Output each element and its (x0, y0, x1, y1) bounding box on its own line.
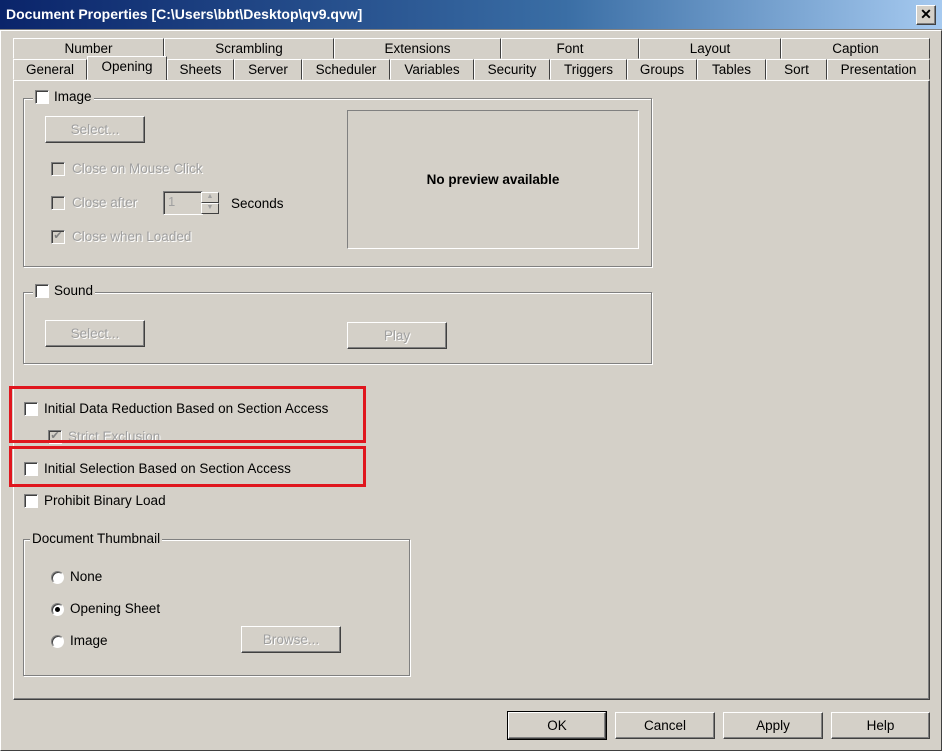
strict-exclusion-checkbox[interactable]: ✔ (48, 430, 62, 444)
sound-checkbox[interactable] (35, 283, 49, 298)
tab-presentation[interactable]: Presentation (827, 59, 930, 80)
cancel-button[interactable]: Cancel (615, 712, 715, 739)
thumbnail-image-label: Image (70, 633, 108, 648)
title-bar: Document Properties [C:\Users\bbt\Deskto… (0, 0, 942, 30)
spin-down-button[interactable]: ▼ (201, 203, 219, 214)
thumbnail-none-radio[interactable] (51, 571, 64, 584)
sound-group-header: Sound (33, 283, 96, 298)
initial-selection-checkbox[interactable] (24, 462, 38, 476)
tab-triggers[interactable]: Triggers (550, 59, 627, 80)
tab-extensions[interactable]: Extensions (334, 38, 501, 59)
initial-data-reduction-label: Initial Data Reduction Based on Section … (44, 401, 329, 416)
preview-text: No preview available (426, 172, 560, 187)
tab-security[interactable]: Security (474, 59, 550, 80)
tab-groups[interactable]: Groups (627, 59, 697, 80)
play-button[interactable]: Play (347, 322, 447, 349)
tab-server[interactable]: Server (234, 59, 302, 80)
thumbnail-opening-sheet-label: Opening Sheet (70, 601, 161, 616)
initial-data-reduction-checkbox[interactable] (24, 402, 38, 416)
close-after-label: Close after (72, 195, 138, 210)
tab-font[interactable]: Font (501, 38, 639, 59)
close-after-seconds-input[interactable]: 1 (163, 191, 203, 215)
close-on-mouse-click-checkbox[interactable] (51, 162, 65, 176)
sound-select-button[interactable]: Select... (45, 320, 145, 347)
prohibit-binary-load-checkbox[interactable] (24, 494, 38, 508)
tab-variables[interactable]: Variables (390, 59, 474, 80)
image-label: Image (54, 89, 92, 104)
checkmark-icon: ✔ (50, 430, 60, 442)
spin-up-button[interactable]: ▲ (201, 192, 219, 203)
tab-scheduler[interactable]: Scheduler (302, 59, 390, 80)
checkmark-icon: ✔ (53, 230, 63, 242)
tab-sheets[interactable]: Sheets (167, 59, 234, 80)
prohibit-binary-load-label: Prohibit Binary Load (44, 493, 166, 508)
tab-caption[interactable]: Caption (781, 38, 930, 59)
thumbnail-none-label: None (70, 569, 103, 584)
thumbnail-image-radio[interactable] (51, 635, 64, 648)
tab-tables[interactable]: Tables (697, 59, 766, 80)
ok-button[interactable]: OK (507, 711, 607, 740)
image-checkbox[interactable] (35, 89, 49, 104)
document-thumbnail-legend: Document Thumbnail (30, 531, 163, 546)
close-when-loaded-label: Close when Loaded (72, 229, 192, 244)
help-button[interactable]: Help (831, 712, 930, 739)
tab-layout[interactable]: Layout (639, 38, 781, 59)
close-on-mouse-click-label: Close on Mouse Click (72, 161, 203, 176)
browse-button[interactable]: Browse... (241, 626, 341, 653)
close-button[interactable]: ✕ (916, 5, 936, 25)
close-when-loaded-checkbox[interactable]: ✔ (51, 230, 65, 244)
close-after-checkbox[interactable] (51, 196, 65, 210)
image-select-button[interactable]: Select... (45, 116, 145, 143)
apply-button[interactable]: Apply (723, 712, 823, 739)
seconds-label: Seconds (231, 196, 284, 211)
tab-opening[interactable]: Opening (87, 56, 167, 80)
image-group-header: Image (33, 89, 94, 104)
radio-selected-dot (55, 607, 60, 612)
strict-exclusion-label: Strict Exclusion (68, 429, 161, 444)
tab-general[interactable]: General (13, 59, 87, 80)
tab-sort[interactable]: Sort (766, 59, 827, 80)
initial-selection-label: Initial Selection Based on Section Acces… (44, 461, 291, 476)
image-preview-box: No preview available (347, 110, 639, 249)
window-title: Document Properties [C:\Users\bbt\Deskto… (6, 6, 363, 22)
sound-label: Sound (54, 283, 94, 298)
thumbnail-opening-sheet-radio[interactable] (51, 603, 64, 616)
tab-scrambling[interactable]: Scrambling (164, 38, 334, 59)
